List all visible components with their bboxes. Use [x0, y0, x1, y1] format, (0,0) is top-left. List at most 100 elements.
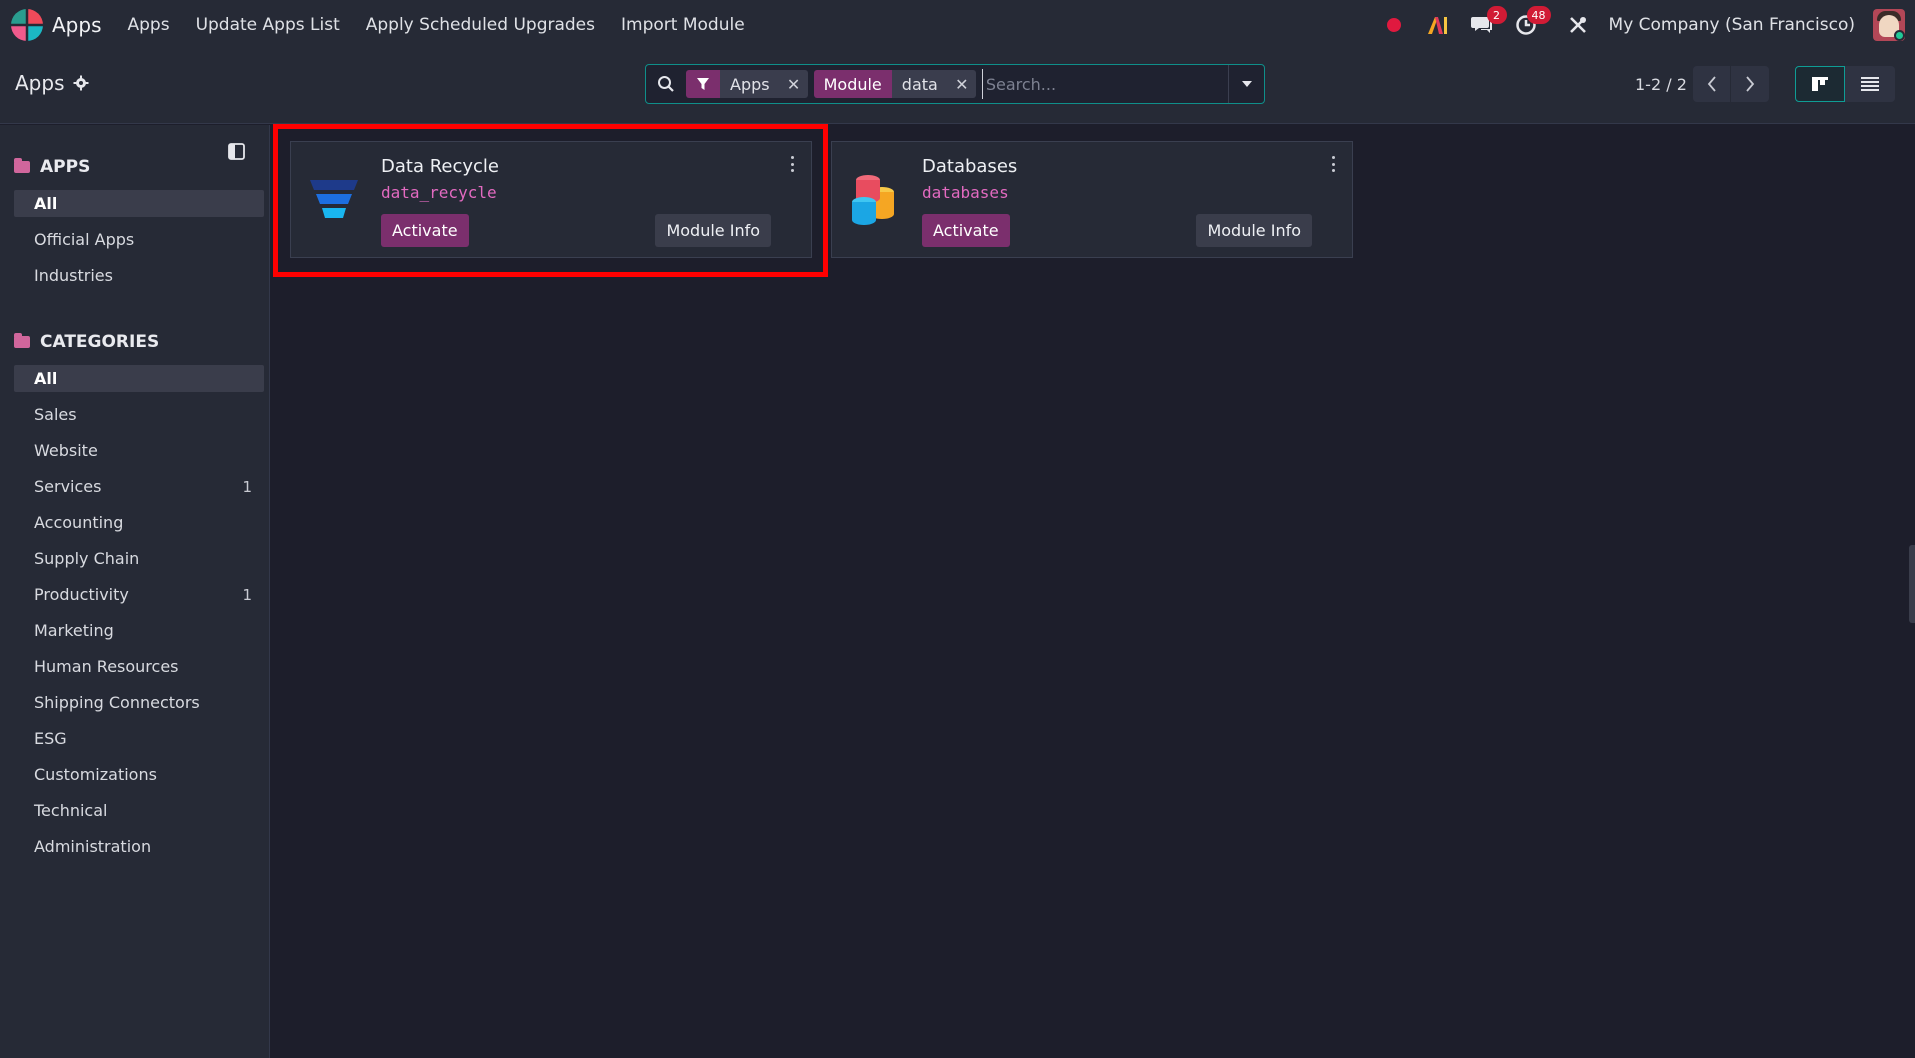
- ai-icon[interactable]: [1425, 12, 1451, 38]
- sidebar-item-label: Productivity: [34, 585, 129, 604]
- sidebar-item-label: Shipping Connectors: [34, 693, 200, 712]
- module-facet-value: data: [891, 70, 948, 98]
- search-input[interactable]: [981, 69, 1228, 99]
- gear-icon[interactable]: [73, 75, 89, 91]
- recycle-funnel-icon: [306, 174, 362, 226]
- company-switcher[interactable]: My Company (San Francisco): [1609, 15, 1855, 35]
- sidebar-item-category-human-resources[interactable]: Human Resources: [14, 653, 264, 680]
- filter-facet-value: Apps: [720, 70, 780, 98]
- sidebar-item-label: Industries: [34, 266, 113, 285]
- app-technical-name: databases: [922, 183, 1009, 202]
- sidebar-item-category-supply-chain[interactable]: Supply Chain: [14, 545, 264, 572]
- sidebar-item-category-shipping-connectors[interactable]: Shipping Connectors: [14, 689, 264, 716]
- sidebar-item-category-customizations[interactable]: Customizations: [14, 761, 264, 788]
- sidebar-item-count: 1: [242, 585, 252, 604]
- remove-filter-facet-icon[interactable]: ✕: [779, 70, 808, 98]
- app-card-databases[interactable]: Databases databases Activate Module Info: [831, 141, 1353, 258]
- odoo-apps-logo-icon[interactable]: [10, 8, 44, 42]
- apps-heading: APPS: [14, 153, 264, 181]
- chevron-right-icon: [1746, 76, 1755, 92]
- sidebar-item-category-technical[interactable]: Technical: [14, 797, 264, 824]
- sidebar-item-count: 1: [242, 477, 252, 496]
- module-info-button[interactable]: Module Info: [655, 214, 771, 247]
- app-name: Data Recycle: [381, 156, 499, 177]
- sidebar-item-category-services[interactable]: Services 1: [14, 473, 264, 500]
- sidebar-item-category-productivity[interactable]: Productivity 1: [14, 581, 264, 608]
- sidebar-item-apps-official-apps[interactable]: Official Apps: [14, 226, 264, 253]
- search-bar: Apps ✕ Module data ✕: [645, 64, 1265, 104]
- sidebar-item-category-all[interactable]: All: [14, 365, 264, 392]
- database-cylinders-icon: [846, 172, 902, 225]
- categories-section: CATEGORIES All Sales Website Services 1 Accou…: [14, 328, 264, 860]
- sidebar-item-label: Administration: [34, 837, 152, 856]
- module-facet: Module data ✕: [813, 70, 976, 98]
- search-icon[interactable]: [646, 75, 686, 93]
- user-avatar[interactable]: [1873, 9, 1905, 41]
- record-dot-icon[interactable]: [1381, 12, 1407, 38]
- kanban-view-button[interactable]: [1795, 66, 1845, 102]
- kanban-icon: [1812, 77, 1828, 91]
- apps-section: APPS All Official Apps Industries: [14, 153, 264, 289]
- activate-button[interactable]: Activate: [381, 214, 469, 247]
- list-view-button[interactable]: [1845, 66, 1895, 102]
- sidebar-item-category-website[interactable]: Website: [14, 437, 264, 464]
- search-options-toggle[interactable]: [1228, 65, 1264, 103]
- pager-previous-button[interactable]: [1693, 66, 1731, 102]
- menu-import-module[interactable]: Import Module: [621, 15, 745, 35]
- sidebar-item-label: Supply Chain: [34, 549, 140, 568]
- categories-heading: CATEGORIES: [14, 328, 264, 356]
- menu-apply-scheduled-upgrades[interactable]: Apply Scheduled Upgrades: [366, 15, 595, 35]
- app-name: Databases: [922, 156, 1018, 177]
- sidebar-item-label: Customizations: [34, 765, 157, 784]
- sidebar-item-label: All: [34, 369, 58, 388]
- app-title[interactable]: Apps: [52, 13, 102, 37]
- sidebar-item-label: Technical: [34, 801, 108, 820]
- app-technical-name: data_recycle: [381, 183, 497, 202]
- page-title: Apps: [15, 71, 65, 95]
- apps-heading-label: APPS: [40, 157, 91, 177]
- sidebar-item-category-marketing[interactable]: Marketing: [14, 617, 264, 644]
- sidebar-item-label: Official Apps: [34, 230, 135, 249]
- activity-clock-icon[interactable]: 48: [1513, 6, 1551, 38]
- module-info-button[interactable]: Module Info: [1196, 214, 1312, 247]
- folder-icon: [14, 158, 30, 173]
- filter-facet: Apps ✕: [686, 70, 808, 98]
- menu-update-apps-list[interactable]: Update Apps List: [196, 15, 340, 35]
- sidebar-item-label: Sales: [34, 405, 77, 424]
- messages-badge: 2: [1486, 6, 1507, 24]
- sidebar-item-category-sales[interactable]: Sales: [14, 401, 264, 428]
- sidebar-item-category-administration[interactable]: Administration: [14, 833, 264, 860]
- sidebar-item-label: Website: [34, 441, 98, 460]
- card-menu-icon[interactable]: [787, 154, 797, 174]
- caret-down-icon: [1241, 81, 1252, 87]
- tools-icon[interactable]: [1565, 12, 1591, 38]
- pager-buttons: [1693, 66, 1769, 102]
- sidebar-item-label: Accounting: [34, 513, 124, 532]
- activities-badge: 48: [1526, 6, 1551, 24]
- activate-button[interactable]: Activate: [922, 214, 1010, 247]
- sidebar-item-apps-industries[interactable]: Industries: [14, 262, 264, 289]
- chevron-left-icon: [1707, 76, 1716, 92]
- sidebar-item-label: Marketing: [34, 621, 114, 640]
- sidebar-item-category-esg[interactable]: ESG: [14, 725, 264, 752]
- chat-icon[interactable]: 2: [1469, 6, 1507, 38]
- app-card-data-recycle[interactable]: Data Recycle data_recycle Activate Modul…: [290, 141, 812, 258]
- menu-apps[interactable]: Apps: [128, 15, 170, 35]
- sidebar-item-label: All: [34, 194, 58, 213]
- pager-value[interactable]: 1-2 / 2: [1635, 75, 1687, 94]
- search-panel-sidebar: APPS All Official Apps Industries CATEGORI…: [0, 125, 270, 1058]
- filter-icon: [686, 70, 720, 98]
- sidebar-item-category-accounting[interactable]: Accounting: [14, 509, 264, 536]
- pager-next-button[interactable]: [1731, 66, 1769, 102]
- remove-module-facet-icon[interactable]: ✕: [947, 70, 976, 98]
- scroll-edge-handle[interactable]: [1909, 545, 1915, 623]
- card-menu-icon[interactable]: [1328, 154, 1338, 174]
- sidebar-item-label: Services: [34, 477, 102, 496]
- folder-icon: [14, 333, 30, 348]
- sidebar-item-label: ESG: [34, 729, 67, 748]
- systray: 2 48 My Company (San Francisco): [1381, 6, 1905, 41]
- module-facet-label: Module: [813, 70, 892, 98]
- sidebar-item-apps-all[interactable]: All: [14, 190, 264, 217]
- online-status-icon: [1894, 30, 1905, 41]
- breadcrumb: Apps: [15, 71, 89, 95]
